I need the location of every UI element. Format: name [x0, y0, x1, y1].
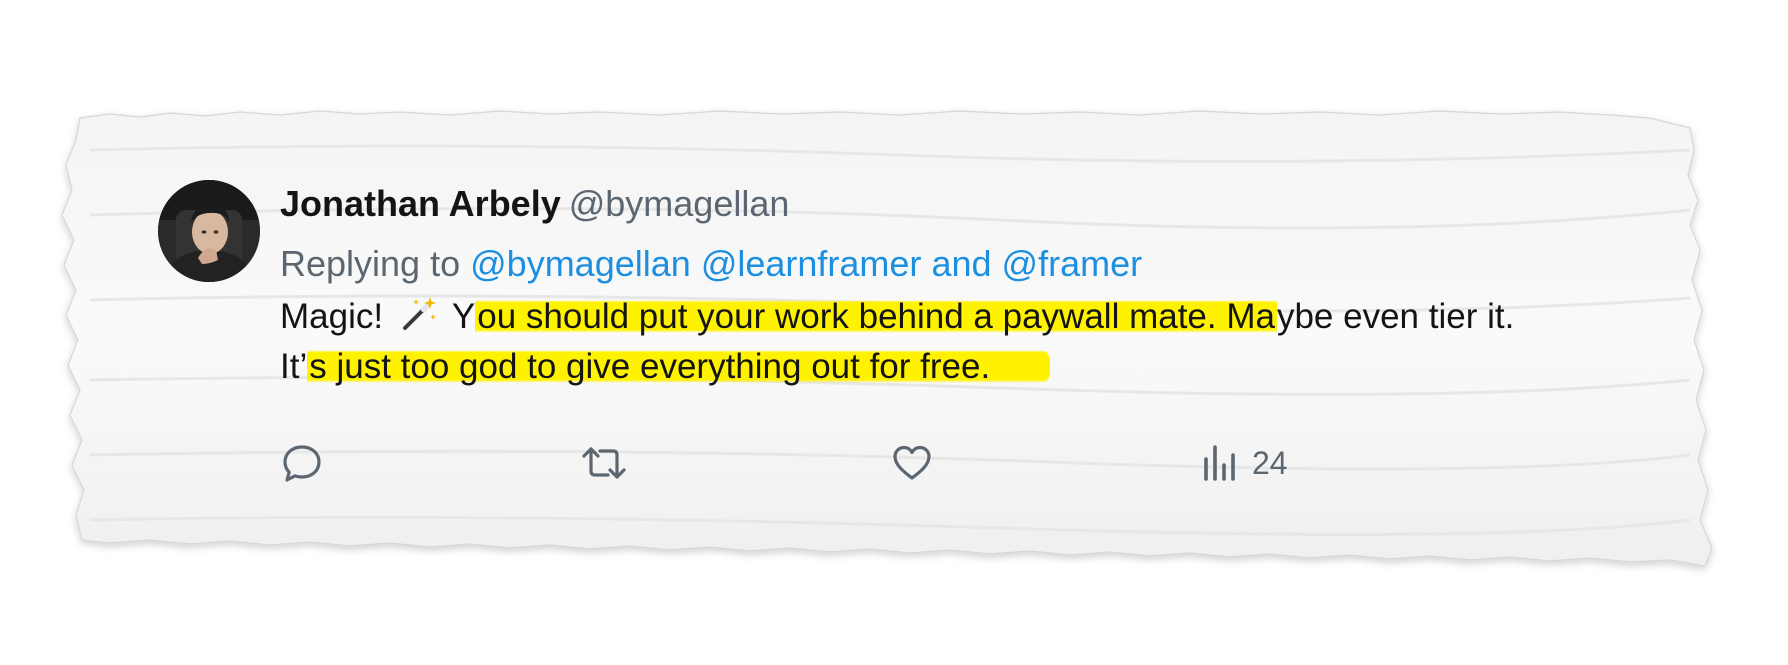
tweet-body: Magic! You should put your work behind a… — [280, 292, 1570, 392]
avatar-portrait-image — [158, 180, 260, 282]
screenshot-stage: Jonathan Arbely @bymagellan Replying to @… — [0, 0, 1788, 665]
tweet-header: Jonathan Arbely @bymagellan — [280, 180, 1580, 228]
replying-to-line: Replying to @bymagellan @learnframer and… — [280, 240, 1580, 288]
author-name[interactable]: Jonathan Arbely — [280, 183, 561, 224]
replying-prefix: Replying to — [280, 243, 461, 284]
retweet-button[interactable] — [580, 438, 628, 488]
author-handle[interactable]: @bymagellan — [569, 183, 790, 224]
tweet-card: Jonathan Arbely @bymagellan Replying to @… — [154, 180, 1594, 510]
tweet-content: Jonathan Arbely @bymagellan Replying to @… — [280, 180, 1580, 392]
views-button[interactable]: 24 — [1200, 438, 1288, 488]
reply-button[interactable] — [280, 438, 324, 488]
tweet-action-bar: 24 — [280, 438, 1330, 488]
body-lead: Magic! — [280, 297, 384, 336]
magic-wand-emoji-icon — [399, 294, 439, 334]
highlighted-text-2: s just too god to give everything out fo… — [307, 347, 1051, 386]
speech-bubble-icon — [280, 441, 324, 485]
bar-chart-icon — [1200, 441, 1240, 485]
mention-conjunction[interactable]: and — [931, 243, 991, 284]
body-part1-plain: Y — [451, 297, 476, 336]
like-button[interactable] — [890, 438, 934, 488]
mention-framer[interactable]: @framer — [1002, 243, 1143, 284]
views-count: 24 — [1252, 444, 1288, 481]
mention-learnframer[interactable]: @learnframer — [701, 243, 922, 284]
highlighted-text-1: ou should put your work behind a paywall… — [475, 297, 1277, 336]
avatar[interactable] — [158, 180, 260, 282]
heart-icon — [890, 441, 934, 485]
mention-bymagellan[interactable]: @bymagellan — [470, 243, 691, 284]
retweet-icon — [580, 441, 628, 485]
